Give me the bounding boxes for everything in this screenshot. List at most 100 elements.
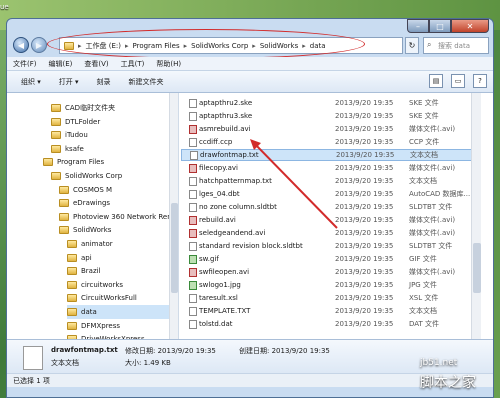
back-button[interactable]: ◀ <box>13 37 29 53</box>
tree-item[interactable]: Brazil <box>67 264 169 278</box>
tree-item[interactable]: data <box>67 305 169 319</box>
file-row[interactable]: ccdiff.ccp 2013/9/20 19:35 CCP 文件 <box>181 136 473 148</box>
file-row[interactable]: lges_04.dbt 2013/9/20 19:35 AutoCAD 数据库... <box>181 188 473 200</box>
breadcrumb-item[interactable]: Program Files <box>133 42 180 50</box>
file-name: tolstd.dat <box>199 320 233 328</box>
tree-item[interactable]: DFMXpress <box>67 319 169 333</box>
folder-icon <box>67 294 77 303</box>
tree-item[interactable]: Program Files <box>43 155 169 169</box>
file-row[interactable]: swfileopen.avi 2013/9/20 19:35 媒体文件(.avi) <box>181 266 473 278</box>
address-bar[interactable]: ▸ 工作盘 (E:) ▸ Program Files ▸ SolidWorks Corp ▸… <box>59 37 403 54</box>
tree-item[interactable]: iTudou <box>51 128 169 142</box>
forward-button[interactable]: ▶ <box>31 37 47 53</box>
file-name: swfileopen.avi <box>199 268 250 276</box>
tree-item-label: Photoview 360 Network Ren <box>73 212 172 221</box>
file-name: hatchpatternmap.txt <box>199 177 272 185</box>
close-button[interactable]: ✕ <box>451 19 489 33</box>
breadcrumb-item[interactable]: SolidWorks Corp <box>191 42 248 50</box>
refresh-button[interactable]: ↻ <box>405 37 419 54</box>
tree-scrollbar[interactable] <box>169 93 178 339</box>
tree-item[interactable]: DTLFolder <box>51 115 169 129</box>
tree-item[interactable]: CircuitWorksFull <box>67 291 169 305</box>
file-row[interactable]: rebuild.avi 2013/9/20 19:35 媒体文件(.avi) <box>181 214 473 226</box>
file-row[interactable]: asmrebuild.avi 2013/9/20 19:35 媒体文件(.avi) <box>181 123 473 135</box>
file-row[interactable]: standard revision block.sldtbt 2013/9/20 … <box>181 240 473 252</box>
file-type: 文本文档 <box>409 177 437 185</box>
breadcrumb-separator-icon[interactable]: ▸ <box>184 42 188 50</box>
maximize-button[interactable]: □ <box>429 19 451 33</box>
file-row[interactable]: swlogo1.jpg 2013/9/20 19:35 JPG 文件 <box>181 279 473 291</box>
tree-item-label: Program Files <box>57 158 105 167</box>
content-area: CAD临时文件夹 DTLFolder iTudou ksafe Program File… <box>7 93 493 344</box>
file-row[interactable]: filecopy.avi 2013/9/20 19:35 媒体文件(.avi) <box>181 162 473 174</box>
menu-item[interactable]: 文件(F) <box>13 59 37 69</box>
file-row[interactable]: tolstd.dat 2013/9/20 19:35 DAT 文件 <box>181 318 473 330</box>
file-type: GIF 文件 <box>409 255 437 263</box>
caption-buttons: – □ ✕ <box>407 19 489 33</box>
document-file-icon <box>189 111 197 121</box>
tree-scroll-thumb[interactable] <box>171 203 178 293</box>
document-file-icon <box>189 319 197 329</box>
menu-item[interactable]: 帮助(H) <box>156 59 181 69</box>
organize-button[interactable]: 组织 ▾ <box>21 77 41 87</box>
file-list-scrollbar[interactable] <box>471 93 481 339</box>
file-scroll-thumb[interactable] <box>473 243 481 293</box>
breadcrumb-item[interactable]: SolidWorks <box>260 42 298 50</box>
folder-icon <box>59 185 69 194</box>
tree-item-label: SolidWorks Corp <box>65 172 123 180</box>
breadcrumb-separator-icon[interactable]: ▸ <box>252 42 256 50</box>
breadcrumb-separator-icon[interactable]: ▸ <box>302 42 306 50</box>
breadcrumb-item[interactable]: 工作盘 (E:) <box>86 41 121 51</box>
open-button[interactable]: 打开 ▾ <box>59 77 79 87</box>
help-icon[interactable]: ? <box>473 74 487 88</box>
file-row[interactable]: drawfontmap.txt 2013/9/20 19:35 文本文档 <box>181 149 473 161</box>
view-options-icon[interactable]: ▤ <box>429 74 443 88</box>
file-type: XSL 文件 <box>409 294 439 302</box>
document-file-icon <box>189 202 197 212</box>
tree-item[interactable]: circuitworks <box>67 278 169 292</box>
file-row[interactable]: hatchpatternmap.txt 2013/9/20 19:35 文本文档 <box>181 175 473 187</box>
file-row[interactable]: sw.gif 2013/9/20 19:35 GIF 文件 <box>181 253 473 265</box>
file-row[interactable]: taresult.xsl 2013/9/20 19:35 XSL 文件 <box>181 292 473 304</box>
file-row[interactable]: no zone column.sldtbt 2013/9/20 19:35 SLDT… <box>181 201 473 213</box>
breadcrumb-separator-icon[interactable]: ▸ <box>125 42 129 50</box>
breadcrumb-item[interactable]: data <box>310 42 326 50</box>
tree-item-label: api <box>81 253 92 262</box>
tree-item[interactable]: api <box>67 251 169 265</box>
burn-button[interactable]: 刻录 <box>97 77 111 87</box>
refresh-icon: ↻ <box>408 41 416 50</box>
tree-item[interactable]: COSMOS M <box>59 183 169 197</box>
menu-item[interactable]: 查看(V) <box>84 59 108 69</box>
file-date: 2013/9/20 19:35 <box>335 177 394 185</box>
toolbar: 组织 ▾ 打开 ▾ 刻录 新建文件夹 ▤ ▭ ? <box>7 71 493 93</box>
tree-item[interactable]: SolidWorks Corp <box>51 169 169 183</box>
tree-item[interactable]: SolidWorks <box>59 223 169 237</box>
tree-item[interactable]: Photoview 360 Network Ren <box>59 210 172 224</box>
file-row[interactable]: aptapthru2.ske 2013/9/20 19:35 SKE 文件 <box>181 97 473 109</box>
file-row[interactable]: TEMPLATE.TXT 2013/9/20 19:35 文本文档 <box>181 305 473 317</box>
tree-item[interactable]: CAD临时文件夹 <box>51 101 169 115</box>
new-folder-button[interactable]: 新建文件夹 <box>129 77 164 87</box>
video-file-icon <box>189 124 197 134</box>
file-date: 2013/9/20 19:35 <box>335 203 394 211</box>
file-type: SKE 文件 <box>409 99 439 107</box>
tree-item[interactable]: eDrawings <box>59 196 169 210</box>
file-name: drawfontmap.txt <box>200 151 259 159</box>
menu-item[interactable]: 工具(T) <box>121 59 145 69</box>
file-date: 2013/9/20 19:35 <box>335 138 394 146</box>
watermark-brand: 脚本之家 <box>420 375 476 391</box>
file-type: CCP 文件 <box>409 138 440 146</box>
preview-pane-icon[interactable]: ▭ <box>451 74 465 88</box>
minimize-button[interactable]: – <box>407 19 429 33</box>
tree-item[interactable]: ksafe <box>51 142 169 156</box>
forward-arrow-icon: ▶ <box>35 40 43 50</box>
file-row[interactable]: seledgeandend.avi 2013/9/20 19:35 媒体文件(.av… <box>181 227 473 239</box>
file-row[interactable]: aptapthru3.ske 2013/9/20 19:35 SKE 文件 <box>181 110 473 122</box>
file-date: 2013/9/20 19:35 <box>335 307 394 315</box>
navigation-pane: CAD临时文件夹 DTLFolder iTudou ksafe Program File… <box>7 93 179 344</box>
menu-item[interactable]: 编辑(E) <box>49 59 73 69</box>
breadcrumb-separator-icon[interactable]: ▸ <box>78 42 82 50</box>
tree-item[interactable]: animator <box>67 237 169 251</box>
file-type: 媒体文件(.avi) <box>409 164 456 172</box>
search-input[interactable]: ⌕ 搜索 data <box>423 37 489 54</box>
